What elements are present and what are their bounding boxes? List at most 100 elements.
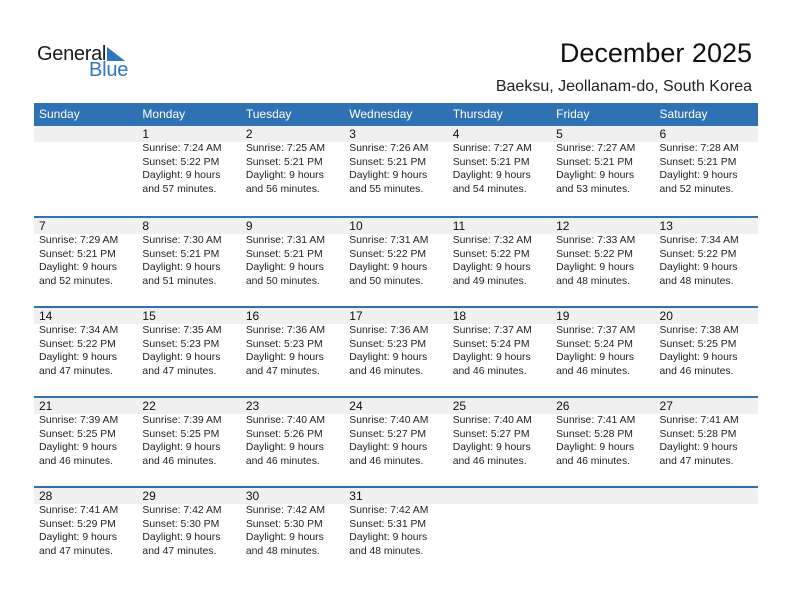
sunset-time: Sunset: 5:30 PM: [142, 518, 220, 530]
day-cell: 13 Sunrise: 7:34 AM Sunset: 5:22 PM Dayligh…: [655, 218, 758, 288]
empty-day-cell: [655, 488, 758, 558]
sunset-time: Sunset: 5:25 PM: [39, 428, 116, 440]
day-cell: 31 Sunrise: 7:42 AM Sunset: 5:31 PM Dayligh…: [344, 488, 447, 558]
daylight-hours: Daylight: 9 hours: [349, 442, 428, 454]
day-cell: 6 Sunrise: 7:28 AM Sunset: 5:21 PM Daylight…: [655, 126, 758, 196]
daylight-minutes: and 46 minutes.: [245, 455, 320, 467]
sunrise-time: Sunrise: 7:42 AM: [349, 505, 429, 516]
day-number: 6: [659, 127, 667, 141]
sunset-time: Sunset: 5:25 PM: [659, 338, 737, 350]
day-number: 18: [452, 309, 467, 323]
sunset-time: Sunset: 5:24 PM: [452, 338, 530, 350]
logo-text-blue: Blue: [89, 59, 129, 81]
day-cell: 9 Sunrise: 7:31 AM Sunset: 5:21 PM Daylight…: [241, 218, 344, 288]
daylight-hours: Daylight: 9 hours: [245, 532, 324, 544]
sunrise-time: Sunrise: 7:33 AM: [556, 235, 636, 246]
empty-day-cell: [448, 488, 551, 558]
sunset-time: Sunset: 5:21 PM: [452, 156, 530, 168]
daylight-hours: Daylight: 9 hours: [142, 442, 221, 454]
week-cells: 28 Sunrise: 7:41 AM Sunset: 5:29 PM Dayligh…: [34, 488, 758, 558]
sunset-time: Sunset: 5:28 PM: [556, 428, 633, 440]
daylight-minutes: and 47 minutes.: [142, 365, 217, 377]
day-number: 19: [556, 309, 570, 323]
day-cell: 23 Sunrise: 7:40 AM Sunset: 5:26 PM Dayligh…: [241, 398, 344, 468]
sunrise-time: Sunrise: 7:32 AM: [452, 235, 532, 246]
week-cells: 21 Sunrise: 7:39 AM Sunset: 5:25 PM Dayligh…: [34, 398, 758, 468]
sunset-time: Sunset: 5:21 PM: [142, 248, 220, 260]
daylight-hours: Daylight: 9 hours: [452, 170, 531, 182]
sunrise-time: Sunrise: 7:40 AM: [349, 415, 429, 426]
daylight-minutes: and 49 minutes.: [452, 275, 527, 287]
daylight-hours: Daylight: 9 hours: [245, 352, 324, 364]
daylight-minutes: and 50 minutes.: [245, 275, 320, 287]
daylight-hours: Daylight: 9 hours: [556, 442, 635, 454]
sunrise-time: Sunrise: 7:40 AM: [452, 415, 532, 426]
calendar-table: Sunday Monday Tuesday Wednesday Thursday…: [34, 103, 758, 576]
sunrise-time: Sunrise: 7:34 AM: [659, 235, 739, 246]
daylight-hours: Daylight: 9 hours: [659, 352, 738, 364]
daylight-minutes: and 46 minutes.: [659, 365, 734, 377]
sunrise-time: Sunrise: 7:34 AM: [39, 325, 119, 336]
sunrise-time: Sunrise: 7:42 AM: [245, 505, 325, 516]
day-number: 13: [659, 219, 673, 233]
sunrise-time: Sunrise: 7:31 AM: [245, 235, 325, 246]
daylight-minutes: and 48 minutes.: [349, 545, 424, 557]
sunset-time: Sunset: 5:27 PM: [349, 428, 427, 440]
sunrise-time: Sunrise: 7:27 AM: [452, 143, 532, 154]
week-cells: 1 Sunrise: 7:24 AM Sunset: 5:22 PM Daylight…: [34, 126, 758, 196]
day-number: 9: [245, 219, 253, 233]
sunrise-time: Sunrise: 7:40 AM: [245, 415, 325, 426]
daylight-hours: Daylight: 9 hours: [39, 262, 117, 274]
sunset-time: Sunset: 5:23 PM: [245, 338, 323, 350]
day-number: 16: [245, 309, 260, 323]
day-number: 10: [349, 219, 363, 233]
day-number: 28: [39, 489, 53, 503]
weekday-header-tuesday: Tuesday: [245, 107, 292, 121]
sunset-time: Sunset: 5:26 PM: [245, 428, 323, 440]
daylight-minutes: and 47 minutes.: [39, 545, 113, 557]
daylight-minutes: and 48 minutes.: [556, 275, 631, 287]
sunset-time: Sunset: 5:28 PM: [659, 428, 737, 440]
location-subtitle: Baeksu, Jeollanam-do, South Korea: [495, 78, 752, 95]
logo: General Blue: [37, 43, 137, 83]
sunrise-time: Sunrise: 7:31 AM: [349, 235, 429, 246]
day-number: 22: [142, 399, 156, 413]
day-number: 24: [349, 399, 363, 413]
weekday-header-row: Sunday Monday Tuesday Wednesday Thursday…: [34, 103, 758, 126]
daylight-hours: Daylight: 9 hours: [452, 262, 531, 274]
day-cell: 19 Sunrise: 7:37 AM Sunset: 5:24 PM Dayligh…: [551, 308, 654, 378]
daylight-hours: Daylight: 9 hours: [349, 352, 428, 364]
daylight-minutes: and 46 minutes.: [452, 365, 527, 377]
daylight-minutes: and 53 minutes.: [556, 183, 631, 195]
daylight-hours: Daylight: 9 hours: [659, 262, 738, 274]
daylight-minutes: and 47 minutes.: [142, 545, 217, 557]
daylight-hours: Daylight: 9 hours: [142, 262, 221, 274]
day-number: 1: [142, 127, 150, 141]
week-row: 14 Sunrise: 7:34 AM Sunset: 5:22 PM Dayligh…: [34, 306, 758, 396]
sunrise-time: Sunrise: 7:36 AM: [349, 325, 429, 336]
day-number: 21: [39, 399, 53, 413]
sunset-time: Sunset: 5:22 PM: [349, 248, 427, 260]
day-number: 4: [452, 127, 460, 141]
daylight-minutes: and 56 minutes.: [245, 183, 320, 195]
day-cell: 2 Sunrise: 7:25 AM Sunset: 5:21 PM Daylight…: [241, 126, 344, 196]
daylight-hours: Daylight: 9 hours: [39, 532, 117, 544]
sunrise-time: Sunrise: 7:28 AM: [659, 143, 739, 154]
sunset-time: Sunset: 5:21 PM: [245, 156, 323, 168]
day-cell: 22 Sunrise: 7:39 AM Sunset: 5:25 PM Dayligh…: [137, 398, 240, 468]
day-cell: 11 Sunrise: 7:32 AM Sunset: 5:22 PM Dayligh…: [448, 218, 551, 288]
day-number: 17: [349, 309, 363, 323]
sunrise-time: Sunrise: 7:39 AM: [142, 415, 222, 426]
daylight-hours: Daylight: 9 hours: [349, 532, 428, 544]
day-cell: 25 Sunrise: 7:40 AM Sunset: 5:27 PM Dayligh…: [448, 398, 551, 468]
sunset-time: Sunset: 5:21 PM: [245, 248, 323, 260]
day-cell: 5 Sunrise: 7:27 AM Sunset: 5:21 PM Daylight…: [551, 126, 654, 196]
sunrise-time: Sunrise: 7:37 AM: [452, 325, 532, 336]
sunset-time: Sunset: 5:23 PM: [349, 338, 427, 350]
daylight-minutes: and 47 minutes.: [245, 365, 320, 377]
week-row: 1 Sunrise: 7:24 AM Sunset: 5:22 PM Daylight…: [34, 126, 758, 216]
empty-day-cell: [34, 126, 137, 196]
daylight-minutes: and 50 minutes.: [349, 275, 424, 287]
day-cell: 27 Sunrise: 7:41 AM Sunset: 5:28 PM Dayligh…: [655, 398, 758, 468]
sunrise-time: Sunrise: 7:29 AM: [39, 235, 119, 246]
